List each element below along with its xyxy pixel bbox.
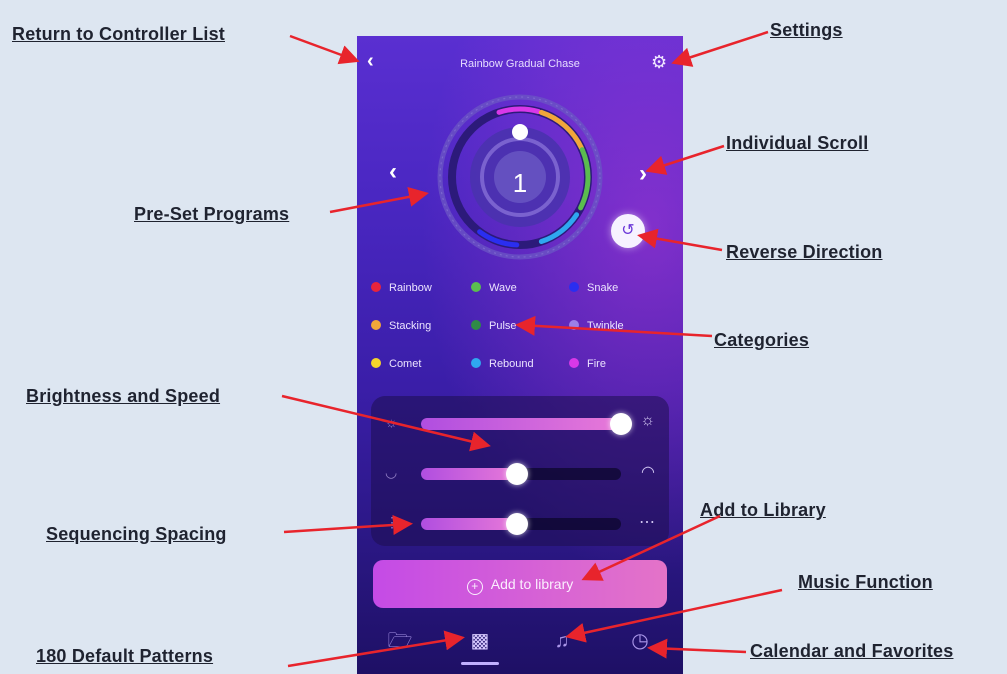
callout-settings: Settings <box>770 20 843 40</box>
sun-dim-icon: ☼ <box>385 414 398 430</box>
callout-music-function: Music Function <box>798 572 933 592</box>
slider-knob[interactable] <box>506 463 528 485</box>
slider-knob[interactable] <box>506 513 528 535</box>
category-item[interactable]: Pulse <box>471 320 517 332</box>
callout-return-to-list: Return to Controller List <box>12 24 225 44</box>
add-to-library-button[interactable]: + Add to library <box>373 560 667 608</box>
category-item[interactable]: Stacking <box>371 320 431 332</box>
category-dot <box>471 358 481 368</box>
next-program-chevron-icon[interactable]: › <box>639 160 647 188</box>
tab-music[interactable]: ♫ <box>547 626 577 656</box>
callout-individual-scroll: Individual Scroll <box>726 133 869 153</box>
tab-calendar[interactable]: ◷ <box>625 626 655 656</box>
category-item[interactable]: Snake <box>569 282 618 294</box>
gear-icon[interactable]: ⚙ <box>651 53 669 71</box>
folder-icon: 🗁 <box>387 630 413 652</box>
reverse-arrow-icon: ↺ <box>621 222 635 239</box>
callout-preset-programs: Pre-Set Programs <box>134 204 290 224</box>
sun-icon: ☼ <box>640 412 655 429</box>
slider-knob[interactable] <box>610 413 632 435</box>
category-item[interactable]: Comet <box>371 358 421 370</box>
arrow-settings <box>671 30 769 67</box>
patterns-icon: ▩ <box>470 630 490 652</box>
spacing-narrow-icon: ⋮ <box>385 514 399 530</box>
brightness-slider[interactable]: ☼ ☼ <box>371 408 669 436</box>
slider-panel: ☼ ☼ ◡ ◠ ⋮ ⋯ <box>371 396 669 546</box>
speed-fast-icon: ◠ <box>641 464 655 481</box>
callout-reverse-direction: Reverse Direction <box>726 242 883 262</box>
reverse-direction-button[interactable]: ↺ <box>611 214 645 248</box>
category-item[interactable]: Rainbow <box>371 282 432 294</box>
callout-sequencing-spacing: Sequencing Spacing <box>46 524 227 544</box>
category-item[interactable]: Rebound <box>471 358 534 370</box>
tab-folder[interactable]: 🗁 <box>385 626 415 656</box>
plus-circle-icon: + <box>466 579 483 595</box>
music-note-icon: ♫ <box>554 630 570 652</box>
category-dot <box>569 320 579 330</box>
program-number: 1 <box>512 168 528 198</box>
category-dot <box>471 282 481 292</box>
spacing-wide-icon: ⋯ <box>639 514 655 531</box>
bottom-tab-bar: 🗁 ▩ ♫ ◷ <box>357 616 683 674</box>
callout-categories: Categories <box>714 330 810 350</box>
category-item[interactable]: Wave <box>471 282 517 294</box>
category-dot <box>569 282 579 292</box>
callout-default-patterns: 180 Default Patterns <box>36 646 214 666</box>
category-dot <box>371 320 381 330</box>
category-dot <box>371 358 381 368</box>
top-bar: ‹ Rainbow Gradual Chase ⚙ <box>357 50 683 80</box>
slider-fill <box>421 518 517 530</box>
slider-fill <box>421 418 621 430</box>
spacing-slider[interactable]: ⋮ ⋯ <box>371 508 669 536</box>
category-dot <box>569 358 579 368</box>
slider-track[interactable] <box>421 413 632 435</box>
slider-track[interactable] <box>421 463 621 485</box>
arrow-return <box>289 34 360 65</box>
callout-brightness-speed: Brightness and Speed <box>26 386 221 406</box>
category-dot <box>371 282 381 292</box>
prev-program-chevron-icon[interactable]: ‹ <box>389 158 397 186</box>
speed-slider[interactable]: ◡ ◠ <box>371 458 669 486</box>
slider-track[interactable] <box>421 513 621 535</box>
active-tab-indicator <box>461 662 499 665</box>
category-dot <box>471 320 481 330</box>
tab-patterns[interactable]: ▩ <box>465 626 495 656</box>
category-item[interactable]: Twinkle <box>569 320 624 332</box>
callout-add-to-library: Add to Library <box>700 500 826 520</box>
callout-calendar-favorites: Calendar and Favorites <box>750 641 954 661</box>
clock-icon: ◷ <box>631 630 649 652</box>
slider-fill <box>421 468 517 480</box>
speed-slow-icon: ◡ <box>385 464 398 480</box>
pattern-title: Rainbow Gradual Chase <box>460 58 580 70</box>
category-item[interactable]: Fire <box>569 358 606 370</box>
app-screen: ‹ Rainbow Gradual Chase ⚙ ‹ › 1 ↺ Rainbo… <box>357 36 683 674</box>
